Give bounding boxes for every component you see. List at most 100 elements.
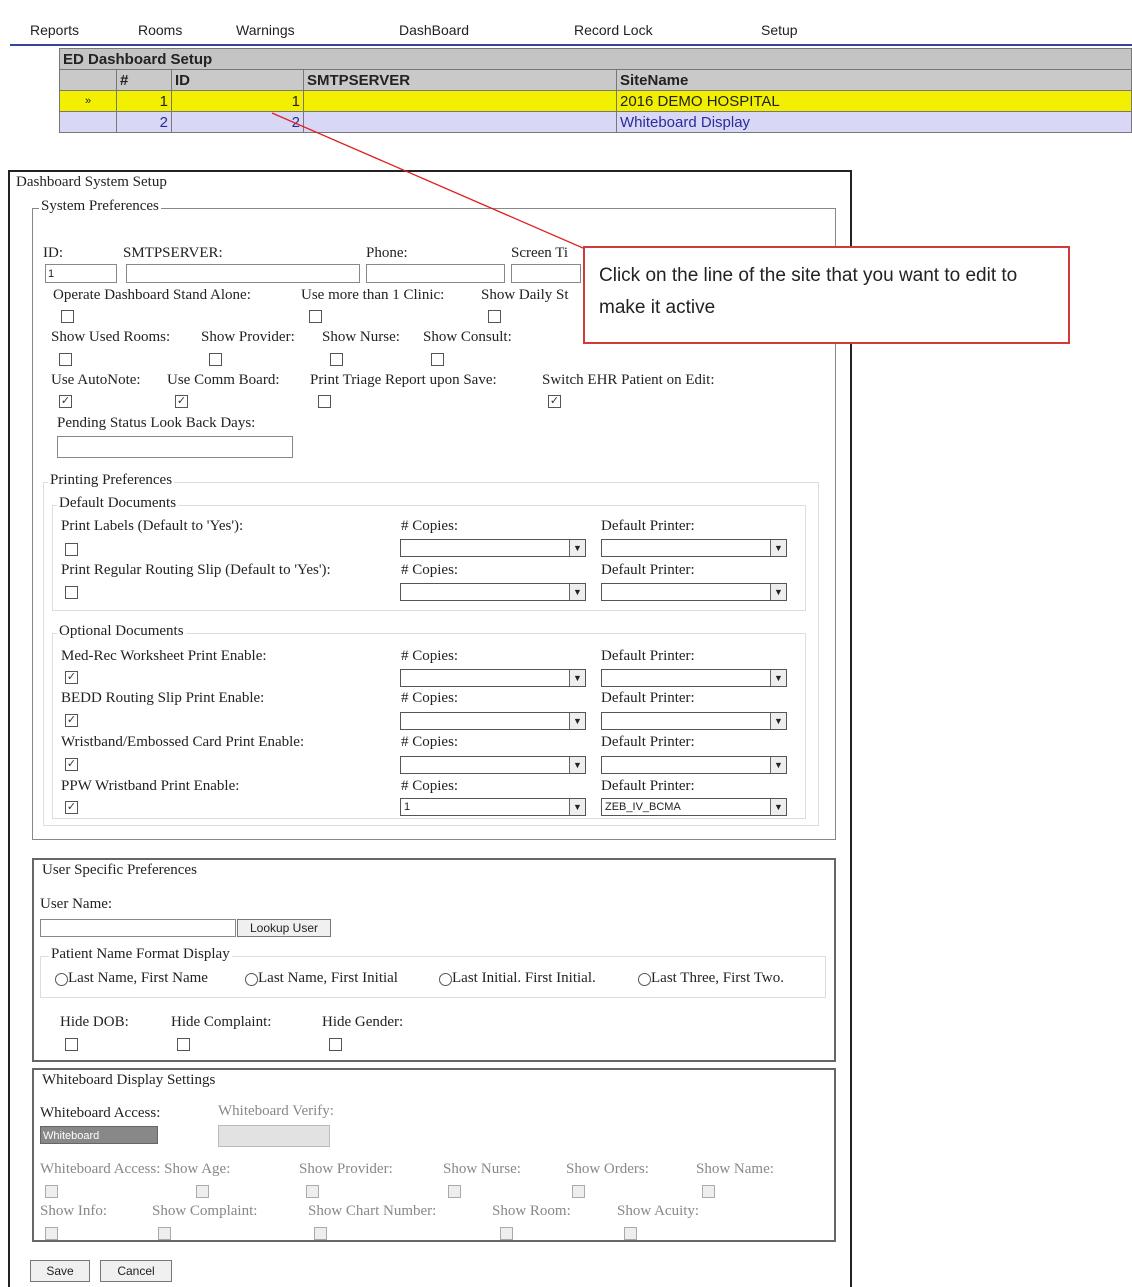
- copies-label: # Copies:: [401, 734, 459, 750]
- copies-select[interactable]: ▼: [400, 669, 586, 687]
- table-row[interactable]: 2 2 Whiteboard Display: [59, 111, 1132, 133]
- menu-reports[interactable]: Reports: [30, 22, 79, 38]
- name-format-radio[interactable]: [245, 973, 258, 986]
- show-consult-checkbox[interactable]: [431, 353, 444, 366]
- printer-label: Default Printer:: [601, 648, 695, 664]
- row-selector-icon[interactable]: »: [59, 90, 117, 112]
- wb-access-checkbox[interactable]: [45, 1185, 58, 1198]
- whiteboard-access-field[interactable]: Whiteboard: [40, 1126, 158, 1144]
- printer-select[interactable]: ▼: [601, 712, 787, 730]
- copies-select[interactable]: ▼: [400, 539, 586, 557]
- show-nurse-checkbox[interactable]: [330, 353, 343, 366]
- copies-select[interactable]: ▼: [400, 712, 586, 730]
- wb-show-provider-checkbox[interactable]: [306, 1185, 319, 1198]
- print-routing-slip-checkbox[interactable]: [65, 586, 78, 599]
- save-button[interactable]: Save: [30, 1260, 90, 1282]
- table-row[interactable]: » 1 1 2016 DEMO HOSPITAL: [59, 90, 1132, 112]
- name-format-radio[interactable]: [638, 973, 651, 986]
- whiteboard-verify-field[interactable]: [218, 1125, 330, 1147]
- use-comm-board-checkbox[interactable]: ✓: [175, 395, 188, 408]
- id-field[interactable]: 1: [45, 264, 117, 283]
- hide-gender-checkbox[interactable]: [329, 1038, 342, 1051]
- menu-record-lock[interactable]: Record Lock: [574, 22, 653, 38]
- operate-standalone-checkbox[interactable]: [61, 310, 74, 323]
- row-smtp[interactable]: [303, 111, 617, 133]
- whiteboard-settings-fieldset: Whiteboard Display Settings Whiteboard A…: [32, 1068, 836, 1242]
- name-format-radio[interactable]: [439, 973, 452, 986]
- use-autonote-label: Use AutoNote:: [51, 372, 141, 388]
- multi-clinic-checkbox[interactable]: [309, 310, 322, 323]
- whiteboard-settings-legend: Whiteboard Display Settings: [40, 1072, 218, 1089]
- menu-setup[interactable]: Setup: [761, 22, 798, 38]
- wb-show-nurse-checkbox[interactable]: [448, 1185, 461, 1198]
- copies-select[interactable]: ▼: [400, 756, 586, 774]
- use-autonote-checkbox[interactable]: ✓: [59, 395, 72, 408]
- row-sitename[interactable]: Whiteboard Display: [616, 111, 1132, 133]
- wb-show-info-checkbox[interactable]: [45, 1227, 58, 1240]
- cancel-button[interactable]: Cancel: [100, 1260, 172, 1282]
- print-triage-checkbox[interactable]: [318, 395, 331, 408]
- printer-select[interactable]: ▼: [601, 583, 787, 601]
- printer-select[interactable]: ▼: [601, 756, 787, 774]
- printer-select[interactable]: ▼: [601, 539, 787, 557]
- row-sitename[interactable]: 2016 DEMO HOSPITAL: [616, 90, 1132, 112]
- wb-show-room-checkbox[interactable]: [500, 1227, 513, 1240]
- wb-show-orders-checkbox[interactable]: [572, 1185, 585, 1198]
- menu-dashboard[interactable]: DashBoard: [399, 22, 469, 38]
- header-id[interactable]: ID: [171, 69, 304, 91]
- hide-complaint-checkbox[interactable]: [177, 1038, 190, 1051]
- wb-show-acuity-checkbox[interactable]: [624, 1227, 637, 1240]
- menu-rooms[interactable]: Rooms: [138, 22, 182, 38]
- show-nurse-label: Show Nurse:: [322, 329, 400, 345]
- screen-timeout-field[interactable]: [511, 264, 581, 283]
- row-id[interactable]: 2: [171, 111, 304, 133]
- show-daily-checkbox[interactable]: [488, 310, 501, 323]
- show-used-rooms-checkbox[interactable]: [59, 353, 72, 366]
- phone-field[interactable]: [366, 264, 505, 283]
- bedd-routing-checkbox[interactable]: ✓: [65, 714, 78, 727]
- wb-access-show-age-label: Whiteboard Access: Show Age:: [40, 1161, 231, 1177]
- header-num[interactable]: #: [116, 69, 172, 91]
- row-selector[interactable]: [59, 111, 117, 133]
- wb-show-name-checkbox[interactable]: [702, 1185, 715, 1198]
- wb-show-age-checkbox[interactable]: [196, 1185, 209, 1198]
- wb-show-complaint-checkbox[interactable]: [158, 1227, 171, 1240]
- dropdown-arrow-icon: ▼: [770, 540, 786, 556]
- dropdown-arrow-icon: ▼: [569, 540, 585, 556]
- wb-show-chart-number-label: Show Chart Number:: [308, 1203, 437, 1219]
- id-label: ID:: [43, 245, 63, 261]
- optional-documents-fieldset: Optional Documents Med-Rec Worksheet Pri…: [52, 623, 806, 819]
- row-smtp[interactable]: [303, 90, 617, 112]
- row-id[interactable]: 1: [171, 90, 304, 112]
- name-format-option: Last Initial. First Initial.: [452, 970, 596, 986]
- header-smtpserver[interactable]: SMTPSERVER: [303, 69, 617, 91]
- hide-dob-checkbox[interactable]: [65, 1038, 78, 1051]
- menu-warnings[interactable]: Warnings: [236, 22, 295, 38]
- phone-label: Phone:: [366, 245, 408, 261]
- name-format-radio[interactable]: [55, 973, 68, 986]
- copies-select[interactable]: 1 ▼: [400, 798, 586, 816]
- dropdown-arrow-icon: ▼: [569, 584, 585, 600]
- row-num[interactable]: 1: [116, 90, 172, 112]
- copies-label: # Copies:: [401, 562, 459, 578]
- print-labels-checkbox[interactable]: [65, 543, 78, 556]
- printer-select[interactable]: ▼: [601, 669, 787, 687]
- wristband-embossed-label: Wristband/Embossed Card Print Enable:: [61, 734, 305, 750]
- switch-ehr-checkbox[interactable]: ✓: [548, 395, 561, 408]
- printer-select[interactable]: ZEB_IV_BCMA ▼: [601, 798, 787, 816]
- med-rec-checkbox[interactable]: ✓: [65, 671, 78, 684]
- wristband-embossed-checkbox[interactable]: ✓: [65, 758, 78, 771]
- wb-show-chart-number-checkbox[interactable]: [314, 1227, 327, 1240]
- row-num[interactable]: 2: [116, 111, 172, 133]
- pending-status-field[interactable]: [57, 436, 293, 458]
- wb-show-complaint-label: Show Complaint:: [152, 1203, 258, 1219]
- user-name-field[interactable]: [40, 919, 236, 937]
- dropdown-arrow-icon: ▼: [770, 670, 786, 686]
- header-sitename[interactable]: SiteName: [616, 69, 1132, 91]
- show-provider-checkbox[interactable]: [209, 353, 222, 366]
- wb-show-room-label: Show Room:: [492, 1203, 571, 1219]
- lookup-user-button[interactable]: Lookup User: [237, 919, 331, 937]
- copies-select[interactable]: ▼: [400, 583, 586, 601]
- ppw-wristband-checkbox[interactable]: ✓: [65, 801, 78, 814]
- smtp-field[interactable]: [126, 264, 360, 283]
